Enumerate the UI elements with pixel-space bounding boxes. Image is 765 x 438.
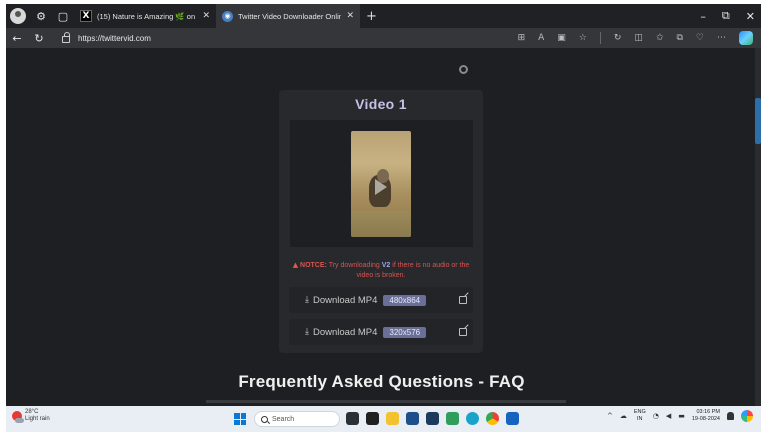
weather-condition: Light rain <box>25 416 50 422</box>
divider <box>599 32 601 44</box>
toolbar-icons: ⊞ A ▣ ☆ ↻ ◫ ✩ ⧉ ♡ ⋯ <box>518 28 753 48</box>
video-thumbnail[interactable] <box>351 131 411 237</box>
tab-nature-is-amazing[interactable]: X (15) Nature is Amazing 🌿 on X: ✕ <box>74 4 216 28</box>
refresh-button[interactable]: ↻ <box>28 32 50 45</box>
xbox-icon[interactable] <box>446 412 459 425</box>
chrome-icon[interactable] <box>486 412 499 425</box>
close-tab-icon[interactable]: ✕ <box>202 11 210 21</box>
search-icon <box>261 415 268 423</box>
reader-icon[interactable]: ▣ <box>557 33 566 43</box>
close-tab-icon[interactable]: ✕ <box>346 11 354 21</box>
address-bar: ← ↻ https://twittervid.com ⊞ A ▣ ☆ ↻ ◫ ✩… <box>6 28 761 48</box>
profile-icon[interactable] <box>10 8 26 24</box>
workspaces-icon[interactable]: ⚙ <box>30 5 52 27</box>
faq-divider <box>206 400 566 403</box>
minimize-button[interactable]: – <box>700 10 706 23</box>
extension-icon[interactable]: ↻ <box>614 33 622 43</box>
download-label: Download MP4 <box>312 294 378 306</box>
weather-widget[interactable]: 28°C Light rain <box>12 409 50 423</box>
download-mp4-button[interactable]: ⤓ Download MP4 480x864 <box>305 287 427 313</box>
x-logo-icon: X <box>80 10 92 22</box>
faq-heading: Frequently Asked Questions - FAQ <box>238 372 525 391</box>
open-external-icon[interactable] <box>459 328 467 336</box>
edge-icon[interactable] <box>466 412 479 425</box>
video-card: Video 1 ▲ NOTCE: Try downloading V2 if t… <box>279 90 483 353</box>
settings-gear-icon[interactable] <box>459 65 468 74</box>
taskbar-search[interactable]: Search <box>254 411 340 427</box>
clock-time: 03:16 PM <box>696 409 720 415</box>
warning-icon: ▲ <box>292 261 299 269</box>
weather-icon <box>12 411 24 423</box>
wifi-icon[interactable]: ◔ <box>653 412 659 420</box>
download-row: ⤓ Download MP4 480x864 <box>289 287 473 313</box>
download-row: ⤓ Download MP4 320x576 <box>289 319 473 345</box>
read-aloud-icon[interactable]: A <box>538 33 544 43</box>
tab-actions-icon[interactable]: ▢ <box>52 5 74 27</box>
download-label: Download MP4 <box>312 326 378 338</box>
tab-title: (15) Nature is Amazing 🌿 on X: <box>97 11 198 21</box>
close-window-button[interactable]: ✕ <box>746 10 755 23</box>
back-button[interactable]: ← <box>6 32 28 45</box>
volume-icon[interactable]: ◀ <box>666 412 671 420</box>
language-line2: IN <box>637 416 643 422</box>
download-icon: ⤓ <box>305 295 309 305</box>
web-content: Video 1 ▲ NOTCE: Try downloading V2 if t… <box>6 48 761 406</box>
file-explorer-icon[interactable] <box>386 412 399 425</box>
resolution-badge: 480x864 <box>383 294 427 306</box>
video-title: Video 1 <box>355 96 407 112</box>
grid-icon[interactable]: ⊞ <box>518 33 526 43</box>
split-screen-icon[interactable]: ◫ <box>634 33 643 43</box>
weather-temp: 28°C <box>25 409 39 415</box>
clock[interactable]: 03:16 PM 19-08-2024 <box>692 409 720 423</box>
notice-text-before: Try downloading <box>326 262 382 269</box>
clock-date: 19-08-2024 <box>691 416 720 422</box>
pinned-apps <box>346 412 519 425</box>
new-tab-button[interactable]: + <box>366 9 377 24</box>
search-placeholder: Search <box>272 415 295 423</box>
lock-icon[interactable] <box>62 31 70 43</box>
window-controls: – ⧉ ✕ <box>700 4 755 28</box>
thumbnail-ground <box>351 211 411 237</box>
battery-icon[interactable]: ▬ <box>678 412 685 420</box>
notification-bell-icon[interactable] <box>727 412 734 420</box>
browser-essentials-icon[interactable]: ♡ <box>696 33 704 43</box>
video-preview[interactable] <box>290 120 473 247</box>
chevron-up-icon[interactable]: ^ <box>607 412 613 420</box>
weather-text: 28°C Light rain <box>25 409 50 423</box>
store-icon[interactable] <box>406 412 419 425</box>
restore-button[interactable]: ⧉ <box>722 9 730 23</box>
tab-bar: ⚙ ▢ X (15) Nature is Amazing 🌿 on X: ✕ ◉… <box>6 4 761 28</box>
copilot-icon[interactable] <box>739 31 753 45</box>
windows-start-icon[interactable] <box>234 413 246 425</box>
open-external-icon[interactable] <box>459 296 467 304</box>
download-icon: ⤓ <box>305 327 309 337</box>
notice-text: ▲ NOTCE: Try downloading V2 if there is … <box>289 260 473 281</box>
tab-twitter-video-downloader[interactable]: ◉ Twitter Video Downloader Online ✕ <box>216 4 360 28</box>
favorite-star-icon[interactable]: ☆ <box>579 33 587 43</box>
cloud-icon[interactable]: ☁ <box>620 412 627 420</box>
taskbar: 28°C Light rain Search ^ ☁ ENG IN ◔ ◀ ▬ … <box>6 406 761 432</box>
url-field[interactable]: https://twittervid.com <box>62 31 151 43</box>
outlook-icon[interactable] <box>506 412 519 425</box>
download-mp4-button[interactable]: ⤓ Download MP4 320x576 <box>305 319 427 345</box>
notice-label: NOTCE: <box>300 262 327 269</box>
camera-app-icon[interactable] <box>346 412 359 425</box>
language-indicator[interactable]: ENG IN <box>634 409 646 423</box>
language-line1: ENG <box>633 409 646 415</box>
resolution-badge: 320x576 <box>383 326 427 338</box>
collections-icon[interactable]: ⧉ <box>676 33 682 43</box>
twittervid-logo-icon: ◉ <box>222 10 233 22</box>
task-view-icon[interactable] <box>366 412 379 425</box>
url-text[interactable]: https://twittervid.com <box>78 34 151 43</box>
tab-title: Twitter Video Downloader Online <box>238 11 342 21</box>
system-tray: ^ ☁ ENG IN ◔ ◀ ▬ 03:16 PM 19-08-2024 <box>607 409 753 423</box>
dropbox-icon[interactable] <box>426 412 439 425</box>
copilot-taskbar-icon[interactable] <box>741 410 753 422</box>
favorites-icon[interactable]: ✩ <box>656 33 664 43</box>
scroll-thumb[interactable] <box>755 98 761 144</box>
play-icon[interactable] <box>375 179 387 195</box>
more-menu-icon[interactable]: ⋯ <box>717 33 726 43</box>
scrollbar[interactable] <box>755 48 761 406</box>
screen: ⚙ ▢ X (15) Nature is Amazing 🌿 on X: ✕ ◉… <box>0 0 765 438</box>
